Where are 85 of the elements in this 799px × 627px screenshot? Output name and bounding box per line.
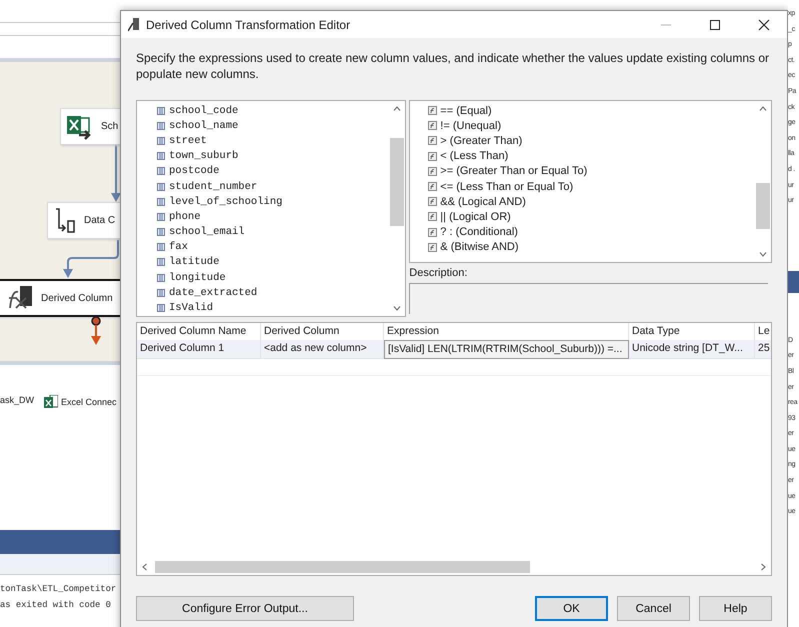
function-icon (428, 152, 438, 161)
dialog-button[interactable]: Configure Error Output... (136, 596, 354, 621)
column-item[interactable]: postcode (169, 165, 220, 178)
column-icon (157, 304, 165, 312)
chevron-up-icon[interactable] (759, 106, 767, 111)
function-icon (428, 166, 438, 176)
function-item[interactable]: > (Greater Than) (440, 134, 522, 147)
chevron-right-icon[interactable] (761, 563, 766, 571)
node-label: Data C (84, 215, 116, 226)
column-icon (157, 136, 165, 145)
column-icon (157, 198, 165, 206)
function-item[interactable]: < (Less Than) (440, 150, 508, 162)
scrollbar-thumb[interactable] (390, 138, 404, 226)
column-item[interactable]: town_suburb (169, 150, 238, 162)
column-item[interactable]: fax (169, 241, 188, 254)
chevron-up-icon[interactable] (393, 106, 402, 111)
description-label: Description: (409, 267, 468, 279)
dialog-button[interactable]: OK (535, 596, 608, 621)
function-icon (428, 228, 438, 237)
function-item[interactable]: <= (Less Than or Equal To) (440, 180, 574, 193)
function-icon (428, 121, 438, 130)
scrollbar-thumb[interactable] (756, 183, 770, 229)
column-icon (157, 243, 165, 252)
function-icon (428, 197, 438, 206)
column-icon (157, 288, 165, 297)
function-item[interactable]: & (Bitwise AND) (440, 241, 519, 254)
column-item[interactable]: phone (169, 210, 201, 223)
function-icon (428, 242, 438, 252)
instructions-text: Specify the expressions used to create new column values, and indicate whether the values update existing columns or populate new columns. (136, 50, 770, 82)
function-item[interactable]: != (Unequal) (440, 120, 502, 132)
chevron-down-icon[interactable] (393, 306, 402, 311)
excel-icon (44, 395, 58, 409)
close-icon[interactable] (758, 18, 770, 30)
node-label: Derived Column (41, 292, 113, 304)
table-cell[interactable]: Unicode string [DT_W... (629, 340, 755, 359)
column-item[interactable]: IsValid (169, 302, 214, 314)
chevron-left-icon[interactable] (142, 563, 147, 571)
output-arrow (90, 316, 102, 346)
column-item[interactable]: date_extracted (169, 286, 258, 299)
window-icon (128, 18, 140, 32)
chevron-down-icon[interactable] (759, 252, 767, 257)
function-item[interactable]: ? : (Conditional) (440, 226, 518, 238)
connector-arrow (111, 145, 121, 203)
function-item[interactable]: || (Logical OR) (440, 210, 511, 223)
dialog-button[interactable]: Help (699, 596, 772, 621)
column-item[interactable]: level_of_schooling (169, 196, 282, 208)
column-icon (157, 258, 165, 266)
connection-manager[interactable]: Excel Connec (61, 397, 117, 407)
panel-header (788, 270, 799, 293)
table-cell[interactable]: <add as new column> (261, 340, 384, 359)
column-item[interactable]: student_number (169, 180, 258, 193)
column-item[interactable]: school_email (169, 226, 245, 238)
node-label: Sch (101, 121, 118, 132)
column-item[interactable]: longitude (169, 272, 226, 284)
column-icon (157, 212, 165, 221)
connection-manager[interactable]: ask_DW (0, 395, 34, 405)
window-title: Derived Column Transformation Editor (146, 18, 350, 32)
scrollbar-thumb[interactable] (155, 561, 530, 573)
column-icon (157, 274, 165, 282)
function-item[interactable]: && (Logical AND) (440, 196, 526, 208)
column-item[interactable]: latitude (169, 256, 220, 268)
excel-icon (67, 114, 93, 140)
column-icon (157, 152, 165, 160)
column-item[interactable]: school_name (169, 120, 238, 132)
column-icon (157, 122, 165, 130)
output-line: as exited with code 0 (0, 599, 111, 612)
output-line: tonTask\ETL_Competitor (0, 583, 116, 596)
table-cell[interactable]: [IsValid] LEN(LTRIM(RTRIM(School_Suburb))) =... (384, 340, 629, 359)
column-icon (157, 182, 165, 191)
table-cell[interactable]: Derived Column 1 (137, 340, 261, 359)
column-item[interactable]: street (169, 134, 207, 147)
function-icon (428, 136, 438, 146)
table-cell[interactable]: 25 (755, 340, 771, 359)
function-item[interactable]: == (Equal) (440, 104, 492, 117)
maximize-icon[interactable] (709, 18, 721, 30)
dialog-button[interactable]: Cancel (617, 596, 690, 621)
function-icon (428, 106, 438, 116)
column-icon (157, 106, 165, 115)
function-icon (428, 212, 438, 222)
column-icon (157, 167, 165, 176)
split-icon (54, 208, 76, 234)
function-item[interactable]: >= (Greater Than or Equal To) (440, 165, 588, 178)
column-item[interactable]: school_code (169, 104, 238, 117)
function-icon (428, 182, 438, 192)
column-icon (157, 228, 165, 236)
